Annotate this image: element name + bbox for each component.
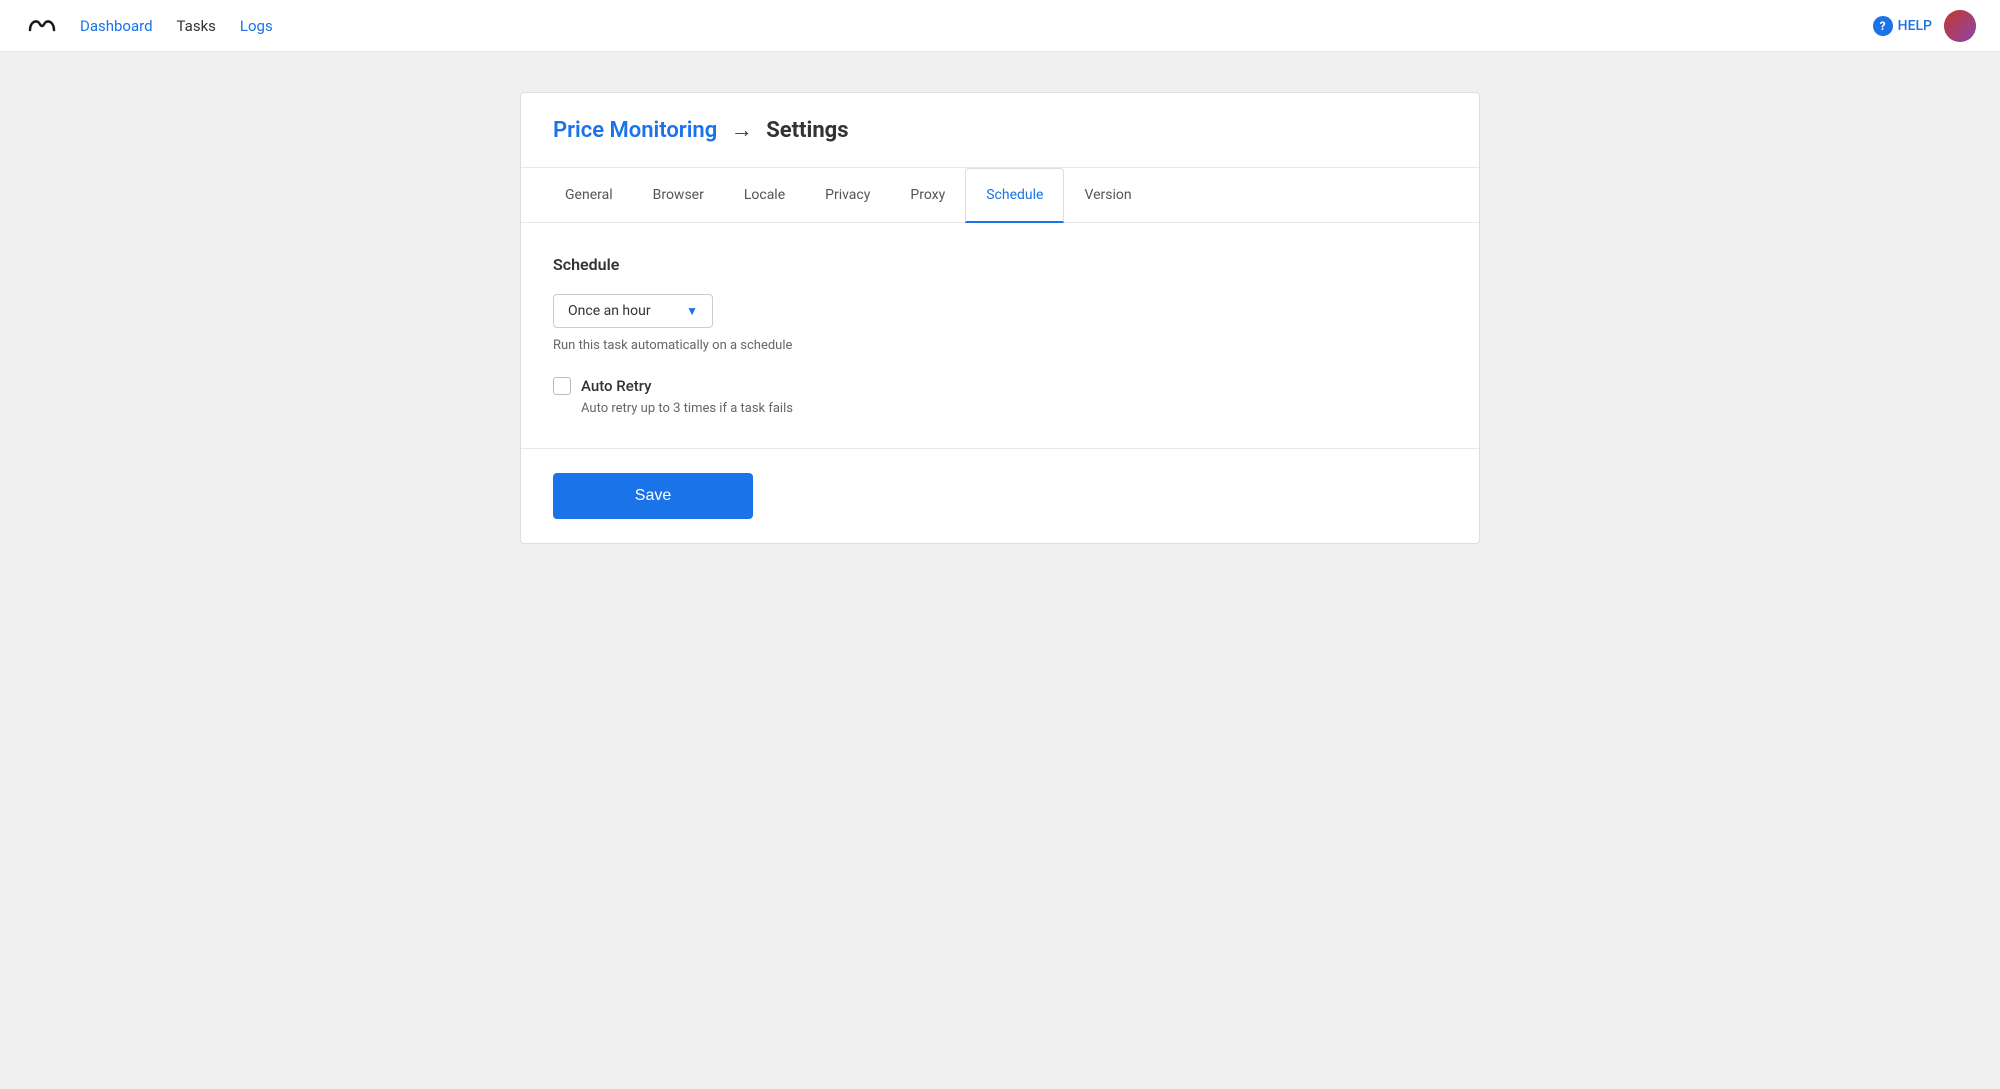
tab-general[interactable]: General xyxy=(545,169,633,223)
nav-logs[interactable]: Logs xyxy=(240,17,273,35)
nav-right: ? HELP xyxy=(1873,10,1976,42)
settings-card: Price Monitoring → Settings General Brow… xyxy=(520,92,1480,544)
save-section: Save xyxy=(521,448,1479,543)
auto-retry-checkbox[interactable] xyxy=(553,377,571,395)
tab-locale[interactable]: Locale xyxy=(724,169,805,223)
nav-logo xyxy=(24,8,60,44)
tab-version[interactable]: Version xyxy=(1064,169,1151,223)
breadcrumb-parent[interactable]: Price Monitoring xyxy=(553,118,717,143)
page-content: Price Monitoring → Settings General Brow… xyxy=(0,52,2000,584)
tab-privacy[interactable]: Privacy xyxy=(805,169,890,223)
auto-retry-label-text: Auto Retry xyxy=(581,377,652,395)
breadcrumb-current: Settings xyxy=(766,118,848,143)
nav-dashboard[interactable]: Dashboard xyxy=(80,17,153,35)
avatar[interactable] xyxy=(1944,10,1976,42)
breadcrumb-arrow: → xyxy=(731,118,753,143)
card-header: Price Monitoring → Settings xyxy=(521,93,1479,168)
tabs-bar: General Browser Locale Privacy Proxy Sch… xyxy=(521,168,1479,223)
help-label: HELP xyxy=(1898,18,1932,34)
tab-schedule[interactable]: Schedule xyxy=(965,168,1064,223)
nav-links: Dashboard Tasks Logs xyxy=(80,17,273,35)
schedule-dropdown-value: Once an hour xyxy=(568,303,651,319)
schedule-dropdown[interactable]: Once an hour ▼ xyxy=(553,294,713,328)
auto-retry-section: Auto Retry Auto retry up to 3 times if a… xyxy=(553,377,1447,416)
schedule-helper-text: Run this task automatically on a schedul… xyxy=(553,338,1447,353)
save-button[interactable]: Save xyxy=(553,473,753,519)
navbar: Dashboard Tasks Logs ? HELP xyxy=(0,0,2000,52)
nav-tasks[interactable]: Tasks xyxy=(177,17,216,35)
schedule-dropdown-wrapper: Once an hour ▼ xyxy=(553,294,1447,328)
auto-retry-label-row: Auto Retry xyxy=(553,377,1447,395)
help-button[interactable]: ? HELP xyxy=(1873,16,1932,36)
schedule-section: Schedule Once an hour ▼ Run this task au… xyxy=(521,223,1479,448)
chevron-down-icon: ▼ xyxy=(686,304,698,318)
tab-proxy[interactable]: Proxy xyxy=(890,169,965,223)
schedule-title: Schedule xyxy=(553,255,1447,274)
tab-browser[interactable]: Browser xyxy=(633,169,724,223)
help-icon: ? xyxy=(1873,16,1893,36)
page-title: Price Monitoring → Settings xyxy=(553,117,1447,143)
auto-retry-helper-text: Auto retry up to 3 times if a task fails xyxy=(581,401,1447,416)
